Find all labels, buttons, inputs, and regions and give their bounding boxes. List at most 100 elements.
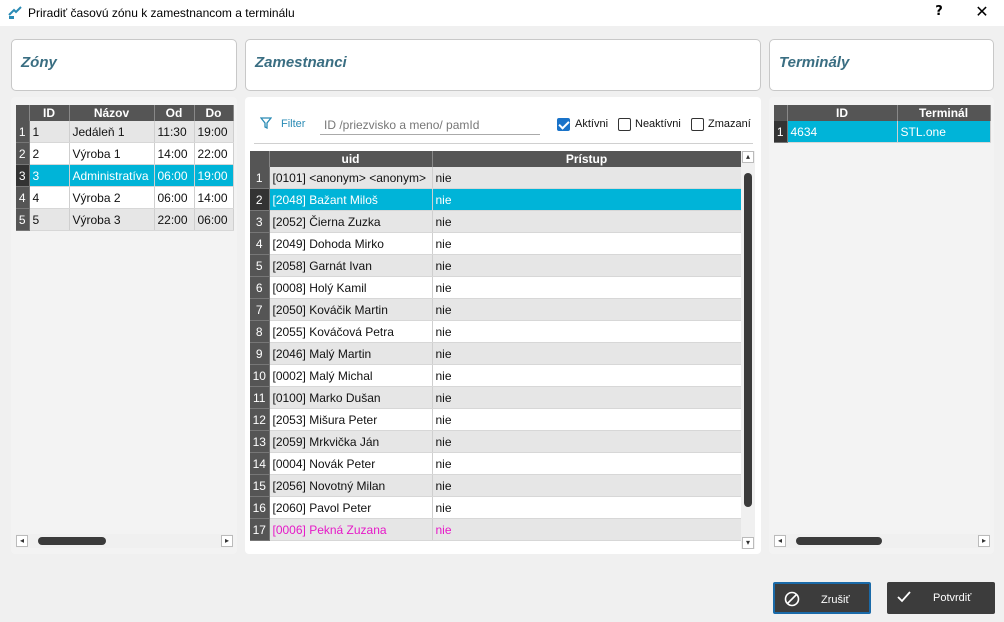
row-number: 9 — [250, 342, 270, 365]
cancel-button[interactable]: Zrušiť — [773, 582, 871, 614]
inactive-checkbox-label: Neaktívni — [635, 118, 681, 130]
employee-access-cell: nie — [432, 167, 741, 189]
active-checkbox[interactable] — [557, 118, 570, 131]
table-row[interactable]: 1 1 Jedáleň 1 11:30 19:00 — [16, 121, 234, 143]
help-button[interactable]: ? — [926, 0, 952, 26]
zone-from-cell: 06:00 — [154, 186, 195, 209]
column-header[interactable]: Od — [154, 105, 195, 121]
column-header[interactable]: Do — [194, 105, 234, 121]
table-row[interactable]: 8 [2055] Kováčová Petra nie — [250, 320, 741, 343]
employee-uid-cell: [2046] Malý Martin — [269, 342, 433, 365]
table-row[interactable]: 3 3 Administratíva 06:00 19:00 — [16, 164, 234, 187]
row-number: 8 — [250, 320, 270, 343]
scroll-right-icon[interactable]: ▸ — [978, 535, 990, 547]
table-row[interactable]: 17 [0006] Pekná Zuzana nie — [250, 518, 741, 541]
column-header[interactable]: Názov — [69, 105, 155, 121]
row-number: 7 — [250, 298, 270, 321]
scroll-left-icon[interactable]: ◂ — [774, 535, 786, 547]
column-header[interactable]: ID — [787, 105, 898, 121]
table-row[interactable]: 4 [2049] Dohoda Mirko nie — [250, 232, 741, 255]
row-number: 11 — [250, 386, 270, 409]
zone-name-cell: Výroba 1 — [69, 142, 155, 165]
row-number: 15 — [250, 474, 270, 497]
table-row[interactable]: 10 [0002] Malý Michal nie — [250, 364, 741, 387]
row-number: 13 — [250, 430, 270, 453]
scroll-thumb[interactable] — [796, 537, 882, 545]
zones-title: Zóny — [21, 54, 57, 71]
employees-table: uid Prístup 1 [0101] <anonym> <anonym> nie… — [250, 151, 741, 541]
table-row[interactable]: 9 [2046] Malý Martin nie — [250, 342, 741, 365]
zones-panel: ID Názov Od Do 1 1 Jedáleň 1 11:30 19:00 2 2 Vý… — [11, 97, 237, 554]
table-row[interactable]: 11 [0100] Marko Dušan nie — [250, 386, 741, 409]
filter-search-input[interactable] — [320, 115, 540, 135]
employee-uid-cell: [0004] Novák Peter — [269, 452, 433, 475]
scroll-thumb[interactable] — [744, 173, 752, 507]
row-number: 4 — [16, 186, 30, 209]
table-row[interactable]: 5 5 Výroba 3 22:00 06:00 — [16, 208, 234, 231]
confirm-button[interactable]: Potvrdiť — [887, 582, 995, 614]
scroll-left-icon[interactable]: ◂ — [16, 535, 28, 547]
zones-table: ID Názov Od Do 1 1 Jedáleň 1 11:30 19:00 2 2 Vý… — [16, 105, 234, 231]
terminals-hscrollbar[interactable]: ◂ ▸ — [774, 534, 990, 548]
employee-access-cell: nie — [432, 430, 741, 453]
scroll-right-icon[interactable]: ▸ — [221, 535, 233, 547]
table-row[interactable]: 4 4 Výroba 2 06:00 14:00 — [16, 186, 234, 209]
row-number: 16 — [250, 496, 270, 519]
column-header[interactable]: Prístup — [432, 151, 741, 167]
column-header[interactable]: Terminál — [897, 105, 991, 121]
employee-uid-cell: [2058] Garnát Ivan — [269, 254, 433, 277]
row-number: 6 — [250, 276, 270, 299]
employee-access-cell: nie — [432, 276, 741, 299]
zone-to-cell: 14:00 — [194, 186, 234, 209]
employee-access-cell: nie — [432, 364, 741, 387]
scroll-down-icon[interactable]: ▾ — [742, 537, 754, 549]
table-row[interactable]: 16 [2060] Pavol Peter nie — [250, 496, 741, 519]
table-row[interactable]: 12 [2053] Mišura Peter nie — [250, 408, 741, 431]
employees-vscrollbar[interactable]: ▴ ▾ — [741, 151, 755, 549]
confirm-label: Potvrdiť — [933, 592, 972, 604]
employee-uid-cell: [2052] Čierna Zuzka — [269, 210, 433, 233]
employee-uid-cell: [2050] Kováčik Martin — [269, 298, 433, 321]
table-row[interactable]: 15 [2056] Novotný Milan nie — [250, 474, 741, 497]
employee-access-cell: nie — [432, 408, 741, 431]
table-row[interactable]: 6 [0008] Holý Kamil nie — [250, 276, 741, 299]
row-number: 12 — [250, 408, 270, 431]
employee-access-cell: nie — [432, 342, 741, 365]
zone-name-cell: Administratíva — [69, 164, 155, 187]
table-row[interactable]: 14 [0004] Novák Peter nie — [250, 452, 741, 475]
zone-to-cell: 22:00 — [194, 142, 234, 165]
employee-access-cell: nie — [432, 232, 741, 255]
table-row[interactable]: 2 2 Výroba 1 14:00 22:00 — [16, 142, 234, 165]
terminals-header-panel: Terminály — [769, 39, 994, 91]
scroll-up-icon[interactable]: ▴ — [742, 151, 754, 163]
terminal-id-cell: 4634 — [787, 121, 898, 143]
inactive-checkbox[interactable] — [618, 118, 631, 131]
terminals-panel: ID Terminál 1 4634 STL.one ◂ ▸ — [769, 97, 994, 554]
zone-to-cell: 19:00 — [194, 121, 234, 143]
close-button[interactable]: ✕ — [960, 0, 1004, 26]
row-number: 1 — [774, 121, 788, 143]
employee-access-cell: nie — [432, 188, 741, 211]
table-row[interactable]: 3 [2052] Čierna Zuzka nie — [250, 210, 741, 233]
table-row[interactable]: 13 [2059] Mrkvička Ján nie — [250, 430, 741, 453]
table-row[interactable]: 1 [0101] <anonym> <anonym> nie — [250, 167, 741, 189]
zone-from-cell: 22:00 — [154, 208, 195, 231]
zone-from-cell: 14:00 — [154, 142, 195, 165]
row-number: 2 — [16, 142, 30, 165]
table-row[interactable]: 5 [2058] Garnát Ivan nie — [250, 254, 741, 277]
deleted-checkbox[interactable] — [691, 118, 704, 131]
employee-access-cell: nie — [432, 298, 741, 321]
column-header[interactable]: uid — [269, 151, 433, 167]
zone-id-cell: 5 — [29, 208, 70, 231]
employee-uid-cell: [0006] Pekná Zuzana — [269, 518, 433, 541]
zone-id-cell: 2 — [29, 142, 70, 165]
zones-hscrollbar[interactable]: ◂ ▸ — [16, 534, 233, 548]
table-row[interactable]: 7 [2050] Kováčik Martin nie — [250, 298, 741, 321]
table-row[interactable]: 2 [2048] Bažant Miloš nie — [250, 188, 741, 211]
zone-id-cell: 4 — [29, 186, 70, 209]
employee-uid-cell: [0008] Holý Kamil — [269, 276, 433, 299]
scroll-thumb[interactable] — [38, 537, 106, 545]
employee-uid-cell: [0100] Marko Dušan — [269, 386, 433, 409]
table-row[interactable]: 1 4634 STL.one — [774, 121, 991, 143]
column-header[interactable]: ID — [29, 105, 70, 121]
